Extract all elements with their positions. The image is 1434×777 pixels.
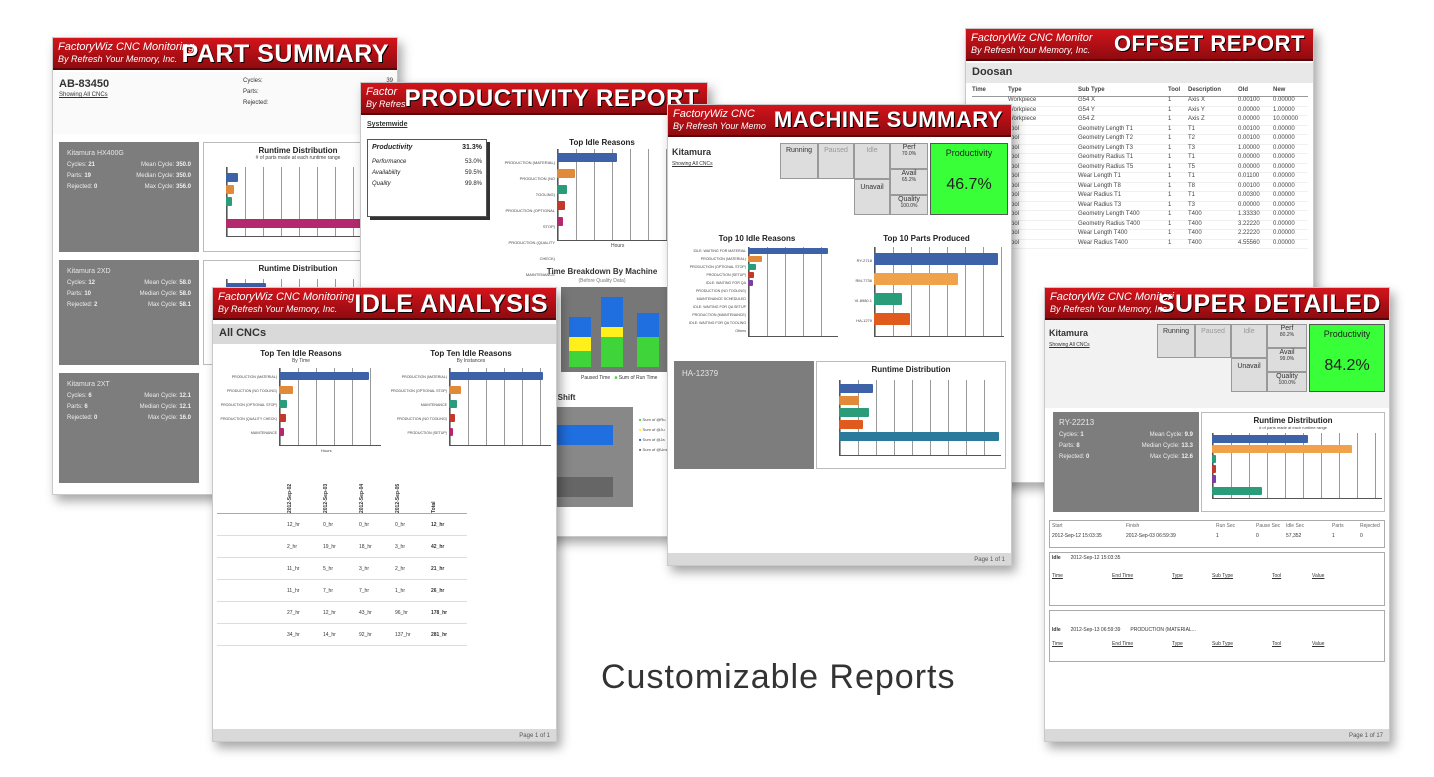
report-banner: FactoryWiz CNC Monitoring By Refresh Your… <box>53 38 397 70</box>
top-parts-chart: Top 10 Parts Produced RY-2718 RM-7736 VI… <box>844 231 1009 351</box>
state-unavail: Unavail <box>854 179 890 215</box>
part-panel: RY-22213 Cycles: 1 Mean Cycle: 9.9 Parts:… <box>1053 412 1199 512</box>
runtime-chart: Runtime Distribution <box>816 361 1006 469</box>
brand-logo: FactoryWiz CNC Monitoring By Refresh Your… <box>218 291 355 314</box>
brand-logo: FactoryWiz CNC Monitori By Refresh Your M… <box>1050 291 1174 314</box>
table-row: 27_hr 12_hr 43_hr 96_hr 178_hr <box>217 602 467 624</box>
machine-summary-report: FactoryWiz CNC By Refresh Your Memo MACHI… <box>667 104 1012 566</box>
machine-name: Kitamura HX400G <box>67 150 124 157</box>
showing-link[interactable]: Showing All CNCs <box>59 92 108 98</box>
scope-label: Systemwide <box>367 121 408 128</box>
scope-label: All CNCs <box>213 324 556 344</box>
showing-link[interactable]: Showing All CNCs <box>672 161 713 167</box>
idle-analysis-report: FactoryWiz CNC Monitoring By Refresh Your… <box>212 287 557 742</box>
table-row: 34_hr 14_hr 92_hr 137_hr 281_hr <box>217 624 467 646</box>
machine-name: Kitamura <box>1049 328 1089 338</box>
brand-logo: FactoryWiz CNC Monitoring By Refresh Your… <box>58 41 195 64</box>
caption: Customizable Reports <box>601 658 956 696</box>
idle-by-time-chart: Top Ten Idle Reasons By Time PRODUCTION … <box>217 346 385 458</box>
table-row: Workpiece G54 Y 1 Axis Y 0.00000 1.00000 <box>972 107 1308 116</box>
report-title: IDLE ANALYSIS <box>354 290 548 318</box>
report-banner: Factor By Refres PRODUCTIVITY REPORT <box>361 83 707 115</box>
machine-panel: Kitamura 2XD Cycles: 12 Mean Cycle: 58.0 … <box>59 260 199 365</box>
table-row: Tool Geometry Radius T1 1 T1 0.00000 0.00000 <box>972 154 1308 164</box>
state-running: Running <box>1157 324 1195 358</box>
machine-panel: Kitamura HX400G Cycles: 21 Mean Cycle: 35… <box>59 142 199 252</box>
runtime-chart: Runtime Distribution # of parts made at … <box>1201 412 1385 512</box>
perf-cell: Perf 80.2% <box>1267 324 1307 348</box>
report-banner: FactoryWiz CNC Monitor By Refresh Your Me… <box>966 29 1313 61</box>
report-title: PRODUCTIVITY REPORT <box>404 85 699 112</box>
table-row: Tool Wear Length T8 1 T8 0.00100 0.00000 <box>972 183 1308 192</box>
detail-block: Idle 2012-Sep-13 06:59:39 PRODUCTION (MATE… <box>1049 610 1385 662</box>
machine-name: Kitamura <box>672 147 712 157</box>
quality-cell: Quality 100.0% <box>890 195 928 215</box>
idle-by-instances-chart: Top Ten Idle Reasons By Instances PRODUC… <box>387 346 555 458</box>
by-shift-chart <box>553 407 633 507</box>
table-row: 11_hr 7_hr 7_hr 1_hr 26_hr <box>217 580 467 602</box>
table-row: Workpiece G54 X 1 Axis X 0.00100 0.00000 <box>972 97 1308 107</box>
productivity-kpi: Productivity 46.7% <box>930 143 1008 215</box>
productivity-kpi: Productivity 84.2% <box>1309 324 1385 392</box>
report-banner: FactoryWiz CNC Monitoring By Refresh Your… <box>213 288 556 320</box>
metrics-box: Productivity 31.3% Performance 53.0% Avail… <box>367 139 487 217</box>
state-paused: Paused <box>818 143 854 179</box>
report-title: PART SUMMARY <box>181 40 389 68</box>
state-running: Running <box>780 143 818 179</box>
report-banner: FactoryWiz CNC By Refresh Your Memo MACHI… <box>668 105 1011 137</box>
state-idle: Idle <box>1231 324 1267 358</box>
brand-logo: Factor By Refres <box>366 86 406 109</box>
state-unavail: Unavail <box>1231 358 1267 392</box>
state-idle: Idle <box>854 143 890 179</box>
part-number: AB-83450 <box>59 78 110 90</box>
run-table: Start Finish Run Sec Pause Sec Idle Sec Parts… <box>1049 520 1385 548</box>
table-row: Workpiece G54 Z 1 Axis Z 0.00000 10.00000 <box>972 116 1308 126</box>
offset-table: Time Type Sub Type Tool Description Old New Wo… <box>972 87 1308 249</box>
table-row: Tool Wear Length T400 1 T400 2.22220 0.00000 <box>972 230 1308 240</box>
table-row: 11_hr 5_hr 3_hr 2_hr 21_hr <box>217 558 467 580</box>
table-row: Tool Geometry Radius T5 1 T5 0.00000 0.00000 <box>972 164 1308 173</box>
table-row: 12_hr 0_hr 0_hr 0_hr 12_hr <box>217 514 467 536</box>
state-paused: Paused <box>1195 324 1231 358</box>
table-row: Tool Geometry Length T2 1 T2 0.00100 0.00000 <box>972 135 1308 145</box>
table-row: Tool Geometry Length T400 1 T400 1.33330 0.00… <box>972 211 1308 221</box>
top-idle-chart: Top 10 Idle Reasons IDLE: WAITING FOR MA… <box>672 231 842 351</box>
idle-table: 2012-Sep-02 2012-Sep-03 2012-Sep-04 2012… <box>217 468 467 648</box>
table-row: Tool Geometry Radius T400 1 T400 3.22220 0.00… <box>972 221 1308 230</box>
detail-block: Idle 2012-Sep-12 15:03:35 Time End Time Typ… <box>1049 552 1385 606</box>
table-row: Tool Geometry Length T1 1 T1 0.00100 0.00000 <box>972 126 1308 135</box>
quality-cell: Quality 100.0% <box>1267 372 1307 392</box>
report-title: SUPER DETAILED <box>1157 290 1381 318</box>
report-banner: FactoryWiz CNC Monitori By Refresh Your M… <box>1045 288 1389 320</box>
showing-link[interactable]: Showing All CNCs <box>1049 342 1090 348</box>
brand-logo: FactoryWiz CNC Monitor By Refresh Your Me… <box>971 32 1093 55</box>
table-row: Tool Wear Radius T3 1 T3 0.00000 0.00000 <box>972 202 1308 211</box>
machine-panel: Kitamura 2XT Cycles: 6 Mean Cycle: 12.1 P… <box>59 373 199 483</box>
machine-panel: HA-12379 <box>674 361 814 469</box>
report-title: MACHINE SUMMARY <box>773 107 1003 132</box>
table-row: Tool Wear Length T1 1 T1 0.01100 0.00000 <box>972 173 1308 183</box>
perf-cell: Perf 70.0% <box>890 143 928 169</box>
machine-name: Doosan <box>966 63 1313 83</box>
super-detailed-report: FactoryWiz CNC Monitori By Refresh Your M… <box>1044 287 1390 742</box>
avail-cell: Avail 65.2% <box>890 169 928 195</box>
table-row: Tool Wear Radius T1 1 T1 0.00300 0.00000 <box>972 192 1308 202</box>
table-row: Tool Geometry Length T3 1 T3 1.00000 0.00000 <box>972 145 1308 154</box>
table-row: 2_hr 19_hr 18_hr 3_hr 42_hr <box>217 536 467 558</box>
report-title: OFFSET REPORT <box>1113 31 1305 56</box>
table-row: Tool Wear Radius T400 1 T400 4.55560 0.00000 <box>972 240 1308 249</box>
brand-logo: FactoryWiz CNC By Refresh Your Memo <box>673 108 766 131</box>
avail-cell: Avail 99.0% <box>1267 348 1307 372</box>
